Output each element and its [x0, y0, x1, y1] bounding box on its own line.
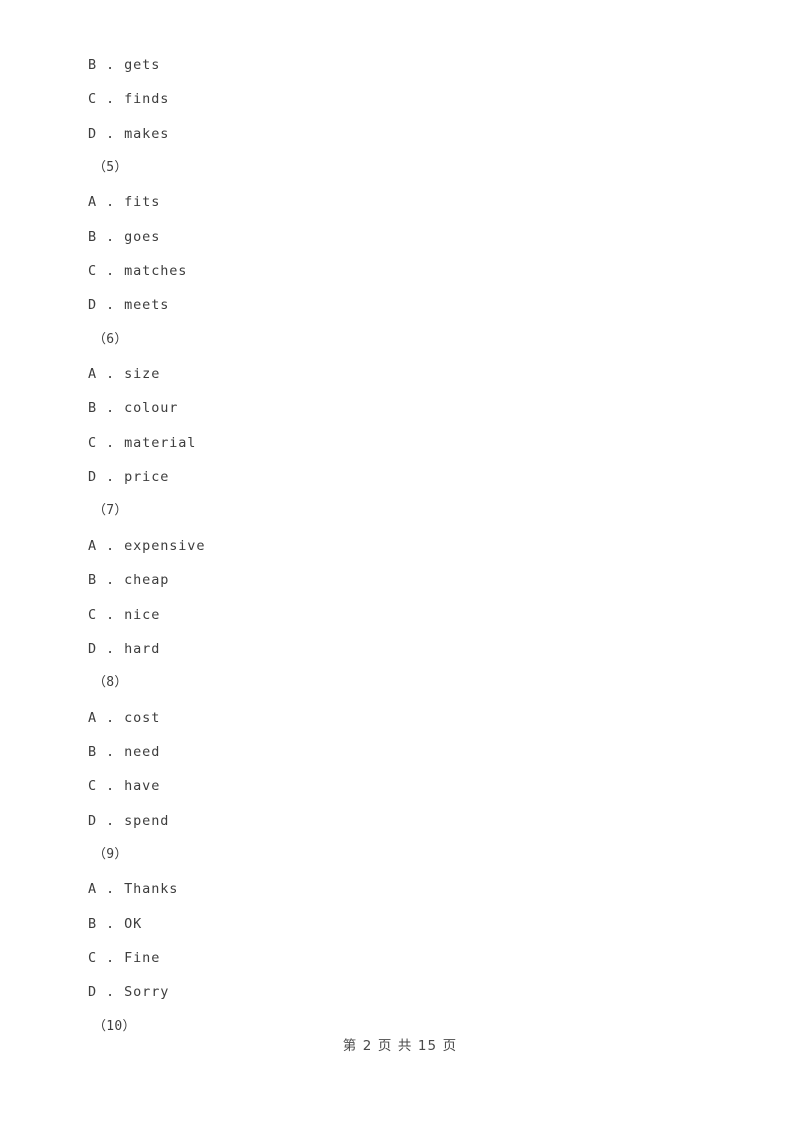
- answer-option: B . colour: [88, 400, 179, 417]
- question-number: （9）: [93, 846, 128, 862]
- page-footer-label: 第 2 页 共 15 页: [342, 1038, 458, 1054]
- question-number: （6）: [93, 331, 128, 347]
- answer-option: D . spend: [88, 812, 170, 829]
- answer-option: C . material: [88, 434, 197, 451]
- answer-option: D . price: [88, 469, 170, 486]
- answer-option: C . matches: [88, 263, 188, 280]
- answer-option: A . expensive: [88, 537, 206, 554]
- answer-option: B . need: [88, 743, 161, 760]
- answer-option: B . gets: [88, 57, 161, 73]
- question-number: （7）: [93, 503, 128, 519]
- answer-option: D . hard: [88, 640, 161, 657]
- answer-option: A . Thanks: [88, 881, 179, 898]
- answer-option: A . size: [88, 366, 161, 383]
- answer-option: D . makes: [88, 125, 170, 142]
- question-options-list: B . gets C . finds D . makes （5） A . fits B .…: [88, 48, 728, 1044]
- answer-option: A . cost: [88, 709, 161, 726]
- answer-option: C . finds: [88, 91, 170, 108]
- answer-option: C . have: [88, 778, 161, 795]
- answer-option: D . meets: [88, 297, 170, 314]
- answer-option: A . fits: [88, 194, 161, 211]
- question-number: （5）: [93, 160, 128, 176]
- answer-option: C . nice: [88, 606, 161, 623]
- document-page: B . gets C . finds D . makes （5） A . fits B .…: [0, 0, 800, 1132]
- answer-option: B . OK: [88, 915, 143, 932]
- answer-option: C . Fine: [88, 949, 161, 966]
- answer-option: D . Sorry: [88, 984, 170, 1001]
- answer-option: B . cheap: [88, 572, 170, 589]
- answer-option: B . goes: [88, 228, 161, 245]
- question-number: （8）: [93, 675, 128, 691]
